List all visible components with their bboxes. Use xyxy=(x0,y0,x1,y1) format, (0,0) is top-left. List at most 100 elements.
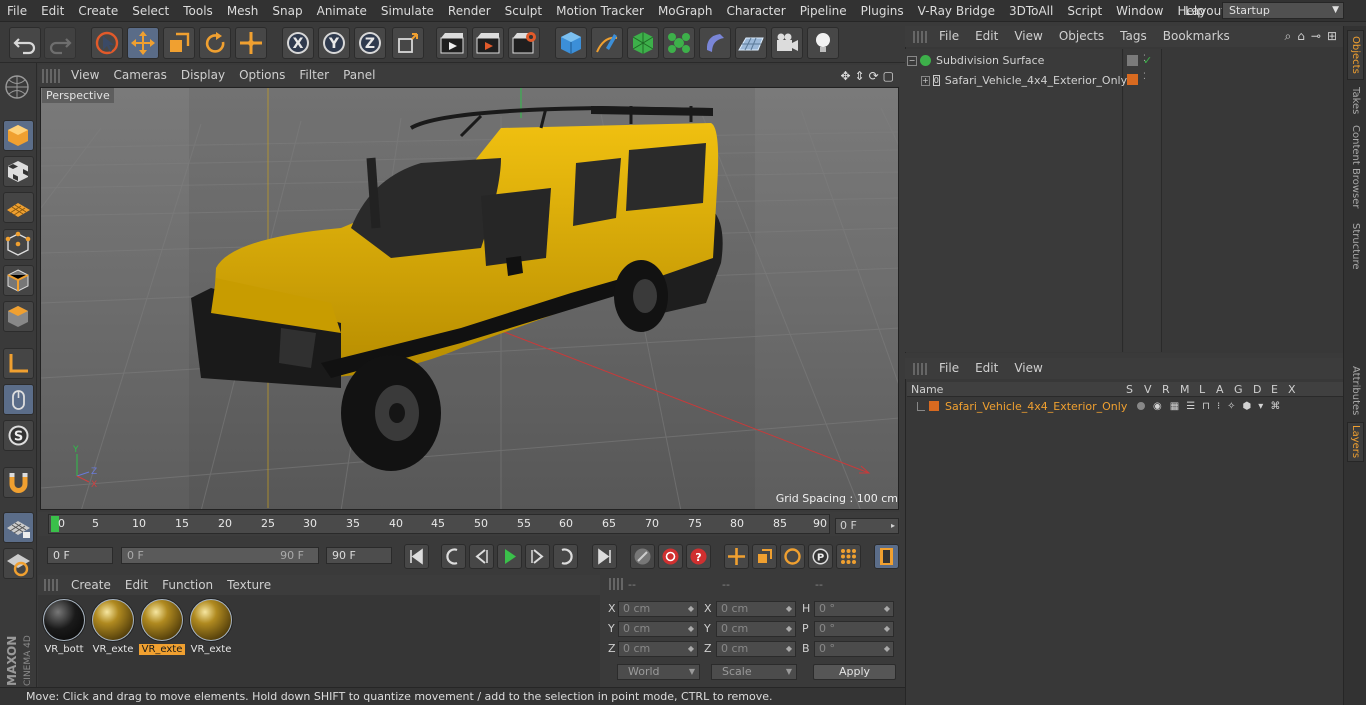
key-position-button[interactable] xyxy=(724,544,749,569)
menu-render[interactable]: Render xyxy=(441,0,498,22)
tab-takes[interactable]: Takes xyxy=(1347,84,1364,118)
column-generators[interactable]: G xyxy=(1234,382,1243,397)
render-view-button[interactable] xyxy=(436,27,468,59)
redo-button[interactable] xyxy=(44,27,76,59)
viewport-label[interactable]: Perspective xyxy=(42,88,114,103)
new-window-icon[interactable]: ⊞ xyxy=(1327,29,1337,44)
column-animation[interactable]: A xyxy=(1216,382,1224,397)
menu-simulate[interactable]: Simulate xyxy=(374,0,441,22)
render-picture-viewer-button[interactable] xyxy=(472,27,504,59)
next-frame-button[interactable] xyxy=(525,544,550,569)
search-icon[interactable]: ⌕ xyxy=(1285,29,1292,44)
coordinate-system-button[interactable] xyxy=(392,27,424,59)
layer-row[interactable]: Safari_Vehicle_4x4_Exterior_Only ◉ ▦ ☰ ⊓… xyxy=(907,398,1343,414)
rotate-view-icon[interactable]: ⟳ xyxy=(869,69,879,83)
locked-workplane-button[interactable] xyxy=(3,548,34,579)
timeline-window-button[interactable] xyxy=(874,544,899,569)
undo-button[interactable] xyxy=(9,27,41,59)
material-item[interactable]: VR_exte xyxy=(90,598,136,658)
layout-select[interactable]: Startup ▼ xyxy=(1222,2,1344,19)
cube-object-button[interactable] xyxy=(555,27,587,59)
go-to-start-button[interactable] xyxy=(404,544,429,569)
menu-mesh[interactable]: Mesh xyxy=(220,0,266,22)
obj-menu-file[interactable]: File xyxy=(931,26,967,47)
key-rotation-button[interactable] xyxy=(780,544,805,569)
dolly-view-icon[interactable]: ⇕ xyxy=(855,69,865,83)
visibility-dots-icon[interactable]: ⁚ xyxy=(1143,72,1146,82)
deformer-icon[interactable]: ⬢ xyxy=(1243,401,1252,412)
menu-character[interactable]: Character xyxy=(719,0,792,22)
column-deformers[interactable]: D xyxy=(1253,382,1261,397)
material-item[interactable]: VR_bott xyxy=(41,598,87,658)
lock-icon[interactable]: ⊓ xyxy=(1202,401,1210,412)
xref-icon[interactable]: ⌘ xyxy=(1270,401,1280,412)
vp-menu-panel[interactable]: Panel xyxy=(336,65,382,86)
y-axis-button[interactable]: Y xyxy=(318,27,350,59)
rotation-p-field[interactable]: 0 ° ◆ xyxy=(814,621,894,637)
rotation-h-field[interactable]: 0 ° ◆ xyxy=(814,601,894,617)
light-button[interactable] xyxy=(807,27,839,59)
menu-create[interactable]: Create xyxy=(71,0,125,22)
manager-list-icon[interactable]: ☰ xyxy=(1186,401,1195,412)
tree-item-subdivision-surface[interactable]: − Subdivision Surface xyxy=(907,52,1122,69)
visibility-dots-icon[interactable]: ⁚ xyxy=(1143,54,1146,64)
play-button[interactable] xyxy=(497,544,522,569)
model-mode-button[interactable] xyxy=(3,120,34,151)
apply-button[interactable]: Apply xyxy=(813,664,896,680)
camera-button[interactable] xyxy=(771,27,803,59)
autokey-button[interactable]: ? xyxy=(686,544,711,569)
obj-menu-objects[interactable]: Objects xyxy=(1051,26,1112,47)
column-render[interactable]: R xyxy=(1162,382,1170,397)
menu-animate[interactable]: Animate xyxy=(310,0,374,22)
menu-pipeline[interactable]: Pipeline xyxy=(793,0,854,22)
collapse-icon[interactable]: − xyxy=(907,55,917,66)
axis-mode-button[interactable] xyxy=(3,348,34,379)
snap-button[interactable] xyxy=(3,467,34,498)
previous-frame-button[interactable] xyxy=(469,544,494,569)
home-icon[interactable]: ⌂ xyxy=(1297,29,1305,44)
mat-menu-texture[interactable]: Texture xyxy=(220,575,278,595)
tab-attributes[interactable]: Attributes xyxy=(1347,364,1364,418)
current-frame-field[interactable]: 0 F ▸ xyxy=(835,518,899,534)
editor-visibility-icon[interactable] xyxy=(1127,55,1138,66)
mat-menu-edit[interactable]: Edit xyxy=(118,575,155,595)
tree-item-safari-vehicle[interactable]: + 0 Safari_Vehicle_4x4_Exterior_Only xyxy=(921,72,1127,89)
previous-key-button[interactable] xyxy=(441,544,466,569)
frame-range-slider[interactable]: 0 F 90 F xyxy=(121,547,319,564)
polygons-mode-button[interactable] xyxy=(3,301,34,332)
vp-menu-cameras[interactable]: Cameras xyxy=(106,65,173,86)
size-y-field[interactable]: 0 cm ◆ xyxy=(716,621,796,637)
go-to-end-button[interactable] xyxy=(592,544,617,569)
menu-edit[interactable]: Edit xyxy=(34,0,71,22)
tab-structure[interactable]: Structure xyxy=(1347,220,1364,272)
mat-menu-create[interactable]: Create xyxy=(64,575,118,595)
cloner-button[interactable] xyxy=(663,27,695,59)
column-locked[interactable]: L xyxy=(1199,382,1205,397)
menu-file[interactable]: File xyxy=(0,0,34,22)
solo-dot-icon[interactable] xyxy=(1137,402,1145,410)
vp-menu-options[interactable]: Options xyxy=(232,65,292,86)
expression-icon[interactable]: ▾ xyxy=(1258,401,1263,412)
position-y-field[interactable]: 0 cm ◆ xyxy=(618,621,698,637)
tab-layers[interactable]: Layers xyxy=(1347,422,1364,462)
layer-menu-file[interactable]: File xyxy=(931,358,967,379)
deformer-button[interactable] xyxy=(699,27,731,59)
column-name[interactable]: Name xyxy=(911,382,943,397)
menu-snap[interactable]: Snap xyxy=(265,0,309,22)
expand-icon[interactable]: + xyxy=(921,75,930,86)
vp-menu-view[interactable]: View xyxy=(64,65,106,86)
end-frame-field[interactable]: 90 F xyxy=(326,547,392,564)
menu-select[interactable]: Select xyxy=(125,0,176,22)
column-solo[interactable]: S xyxy=(1126,382,1133,397)
pan-view-icon[interactable]: ✥ xyxy=(840,69,850,83)
position-z-field[interactable]: 0 cm ◆ xyxy=(618,641,698,657)
menu-3dtoall[interactable]: 3DToAll xyxy=(1002,0,1060,22)
animation-icon[interactable]: ⁝ xyxy=(1217,401,1220,412)
size-z-field[interactable]: 0 cm ◆ xyxy=(716,641,796,657)
tab-objects[interactable]: Objects xyxy=(1347,30,1364,80)
size-mode-select[interactable]: Scale ▼ xyxy=(711,664,797,680)
eye-icon[interactable]: ◉ xyxy=(1153,401,1162,412)
tab-content-browser[interactable]: Content Browser xyxy=(1347,124,1364,210)
coordinate-mode-select[interactable]: World ▼ xyxy=(617,664,700,680)
vp-menu-display[interactable]: Display xyxy=(174,65,232,86)
